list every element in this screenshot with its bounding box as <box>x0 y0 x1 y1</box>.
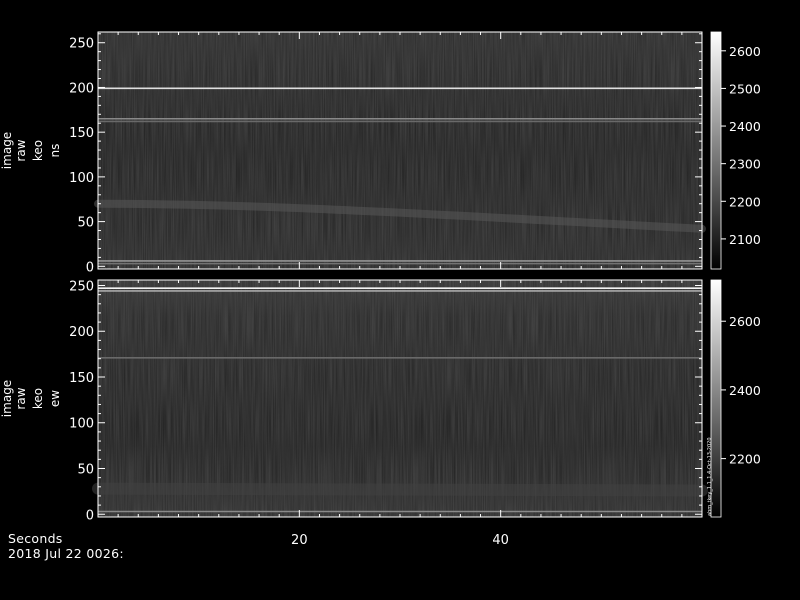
colorbar-tick-label: 2400 <box>729 119 761 134</box>
y-label-line: raw <box>14 387 28 409</box>
colorbar-side-note: ahm_tkey_1.1_1.4-Oct-13-2020 <box>707 437 713 516</box>
x-unit-label: Seconds <box>8 531 63 546</box>
colorbar-tick-label: 2200 <box>729 194 761 209</box>
colorbar-tick-label: 2500 <box>729 81 761 96</box>
image-noise <box>98 280 702 517</box>
y-label-line: raw <box>14 139 28 161</box>
keogram-figure: 050100150200250 image raw keo ns 2100220023… <box>0 31 761 548</box>
y-tick-label: 100 <box>69 171 94 186</box>
y-tick-label: 0 <box>86 260 94 275</box>
colorbar-tick-label: 2400 <box>729 383 761 398</box>
y-tick-label: 250 <box>69 279 94 294</box>
colorbar-tick-label: 2200 <box>729 452 761 467</box>
y-tick-label: 100 <box>69 417 94 432</box>
aurora-band <box>92 482 708 497</box>
keogram-panel-ew: 050100150200250 20 40 image raw keo ew 22002… <box>0 279 761 548</box>
y-label-line: keo <box>31 388 45 409</box>
colorbar-axis: 2100 2200 2300 2400 2500 2600 <box>721 44 761 247</box>
colorbar-tick-label: 2600 <box>729 44 761 59</box>
keogram-panel-ns: 0 50 100 150 200 250 image raw keo ns 2100 2200 23… <box>0 31 761 275</box>
colorbar-tick-label: 2300 <box>729 157 761 172</box>
image-noise <box>98 32 702 269</box>
date-label: 2018 Jul 22 0026: <box>8 546 124 561</box>
y-tick-label: 150 <box>69 371 94 386</box>
y-axis-label: image raw keo ns <box>0 132 62 169</box>
y-axis-label: image raw keo ew <box>0 380 62 417</box>
y-tick-label: 200 <box>69 325 94 340</box>
y-tick-label: 50 <box>77 216 94 231</box>
x-tick-label: 20 <box>291 533 308 548</box>
y-tick-label: 150 <box>69 126 94 141</box>
y-label-line: ns <box>48 144 62 158</box>
colorbar <box>710 31 722 270</box>
y-tick-label: 250 <box>69 37 94 52</box>
aurora-bands <box>92 482 708 497</box>
y-label-line: image <box>0 132 14 169</box>
y-label-line: ew <box>48 390 62 407</box>
y-label-line: image <box>0 380 14 417</box>
colorbar-tick-label: 2100 <box>729 232 761 247</box>
x-tick-label: 40 <box>492 533 509 548</box>
colorbar-tick-label: 2600 <box>729 314 761 329</box>
y-tick-label: 200 <box>69 81 94 96</box>
y-tick-label: 50 <box>77 463 94 478</box>
colorbar-axis: 2200 2400 2600 <box>721 314 761 467</box>
y-label-line: keo <box>31 140 45 161</box>
y-tick-label: 0 <box>86 508 94 523</box>
